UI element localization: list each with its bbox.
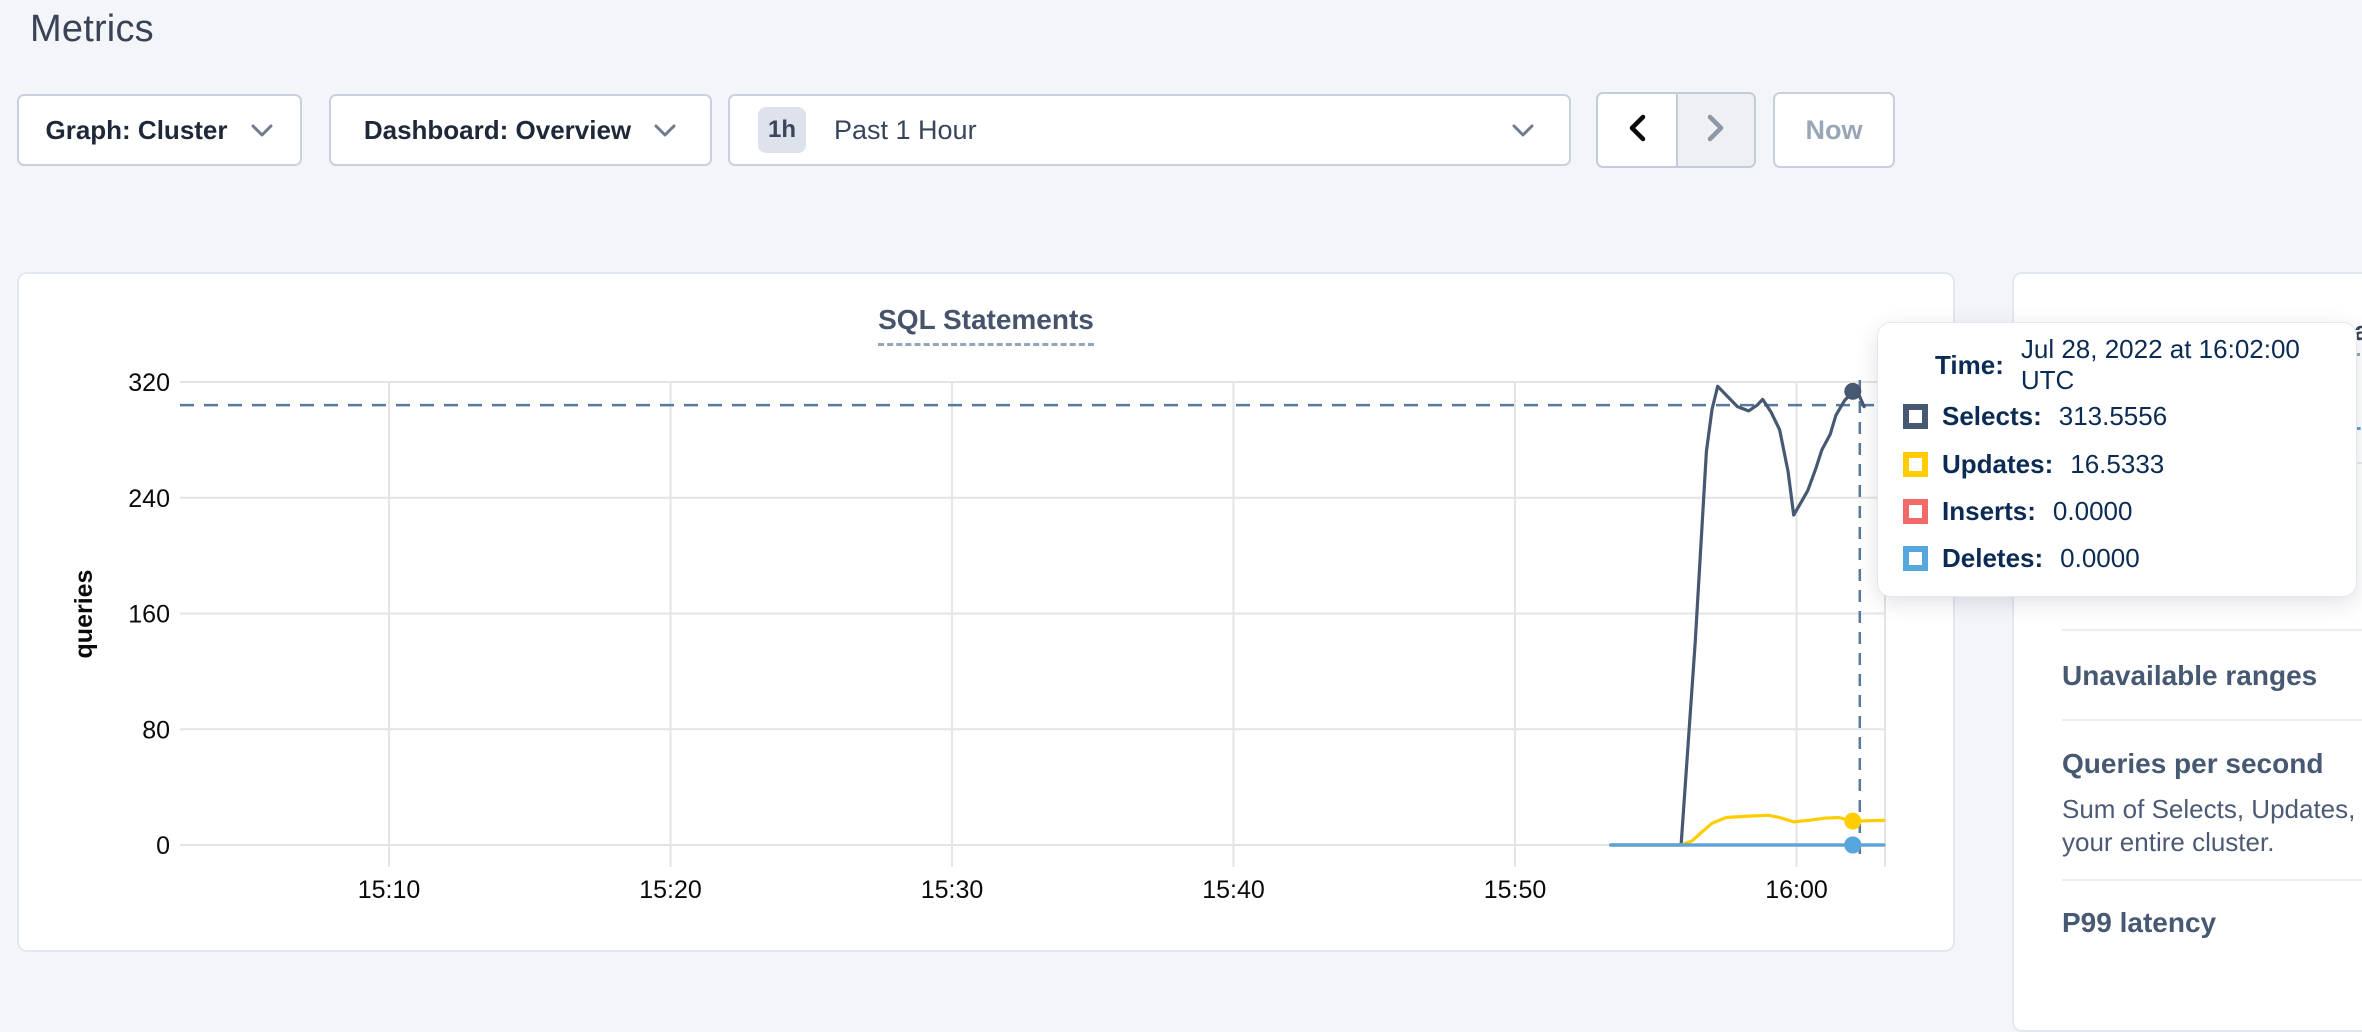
tooltip-series-label: Deletes: bbox=[1942, 543, 2043, 574]
inserts-series-swatch bbox=[1903, 499, 1928, 524]
sidebar-section-queries-per-second: Queries per second bbox=[2062, 748, 2323, 780]
chevron-right-icon bbox=[1707, 114, 1725, 147]
svg-text:15:10: 15:10 bbox=[358, 876, 421, 904]
svg-text:80: 80 bbox=[142, 716, 170, 744]
svg-text:queries: queries bbox=[70, 570, 98, 659]
selects-series-swatch bbox=[1903, 404, 1928, 429]
graph-dropdown-label: Graph: Cluster bbox=[45, 115, 227, 146]
sidebar-section-description-line1: Sum of Selects, Updates, Inserts bbox=[2062, 794, 2362, 825]
tooltip-time-label: Time: bbox=[1935, 350, 2004, 381]
svg-text:15:50: 15:50 bbox=[1484, 876, 1547, 904]
graph-dropdown[interactable]: Graph: Cluster bbox=[17, 94, 302, 166]
sidebar-divider bbox=[2062, 879, 2362, 881]
deletes-series-swatch bbox=[1903, 546, 1928, 571]
svg-text:15:40: 15:40 bbox=[1202, 876, 1265, 904]
updates-series-swatch bbox=[1903, 452, 1928, 477]
metrics-page: { "page": { "title": "Metrics" }, "toolb… bbox=[0, 0, 2362, 966]
sidebar-divider bbox=[2062, 719, 2362, 721]
tooltip-series-value: 0.0000 bbox=[2060, 543, 2140, 574]
svg-text:240: 240 bbox=[128, 485, 170, 513]
tooltip-series-value: 313.5556 bbox=[2059, 401, 2167, 432]
svg-text:16:00: 16:00 bbox=[1765, 876, 1828, 904]
sidebar-section-p99-latency: P99 latency bbox=[2062, 907, 2216, 939]
tooltip-series-value: 16.5333 bbox=[2070, 449, 2164, 480]
page-title: Metrics bbox=[30, 8, 154, 51]
sql-statements-chart[interactable]: 0 80 160 240 320 15:10 15:20 15:30 15:40 15:50 16:… bbox=[19, 274, 1953, 950]
prev-time-button[interactable] bbox=[1598, 94, 1676, 166]
chevron-down-icon bbox=[1511, 123, 1535, 138]
svg-text:15:20: 15:20 bbox=[639, 876, 702, 904]
tooltip-series-label: Selects: bbox=[1942, 401, 2042, 432]
tooltip-series-label: Updates: bbox=[1942, 449, 2053, 480]
time-step-button-group bbox=[1596, 92, 1756, 168]
time-range-selector[interactable]: 1h Past 1 Hour bbox=[728, 94, 1571, 166]
svg-text:15:30: 15:30 bbox=[921, 876, 984, 904]
sidebar-divider bbox=[2062, 629, 2362, 631]
tooltip-time-value: Jul 28, 2022 at 16:02:00 UTC bbox=[2021, 334, 2356, 396]
time-range-label: Past 1 Hour bbox=[834, 115, 1489, 146]
svg-text:320: 320 bbox=[128, 369, 170, 397]
tooltip-series-label: Inserts: bbox=[1942, 496, 2036, 527]
dashboard-dropdown[interactable]: Dashboard: Overview bbox=[329, 94, 712, 166]
chevron-left-icon bbox=[1628, 114, 1646, 147]
svg-text:0: 0 bbox=[156, 832, 170, 860]
next-time-button[interactable] bbox=[1676, 94, 1754, 166]
chevron-down-icon bbox=[653, 123, 677, 138]
tooltip-series-row-selects: Selects: 313.5556 bbox=[1903, 401, 2167, 431]
dashboard-dropdown-label: Dashboard: Overview bbox=[364, 115, 631, 146]
time-range-badge: 1h bbox=[758, 107, 806, 153]
sidebar-section-unavailable-ranges: Unavailable ranges bbox=[2062, 660, 2317, 692]
tooltip-time-row: Time: Jul 28, 2022 at 16:02:00 UTC bbox=[1935, 350, 2356, 380]
tooltip-series-value: 0.0000 bbox=[2053, 496, 2133, 527]
tooltip-series-row-inserts: Inserts: 0.0000 bbox=[1903, 496, 2132, 526]
tooltip-series-row-updates: Updates: 16.5333 bbox=[1903, 449, 2164, 479]
now-button[interactable]: Now bbox=[1773, 92, 1895, 168]
chart-tooltip: Time: Jul 28, 2022 at 16:02:00 UTC Selec… bbox=[1877, 322, 2357, 597]
sidebar-section-description-line2: your entire cluster. bbox=[2062, 827, 2274, 858]
sql-statements-chart-card: SQL Statements 08016024032015:1015:2015:… bbox=[17, 272, 1955, 952]
svg-text:160: 160 bbox=[128, 601, 170, 629]
chevron-down-icon bbox=[250, 123, 274, 138]
tooltip-series-row-deletes: Deletes: 0.0000 bbox=[1903, 543, 2140, 573]
